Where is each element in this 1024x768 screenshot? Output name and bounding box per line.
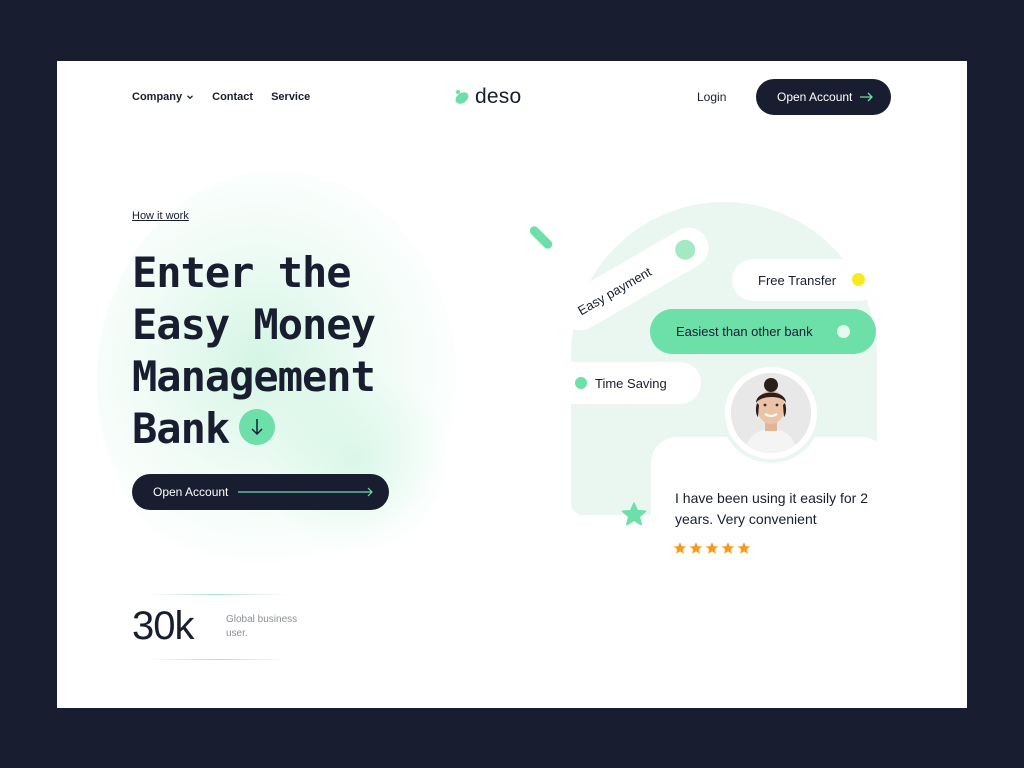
open-account-label: Open Account [777, 90, 853, 104]
open-account-button[interactable]: Open Account [756, 79, 891, 115]
feature-pill-free-transfer: Free Transfer [732, 259, 880, 301]
nav-service[interactable]: Service [271, 91, 310, 103]
long-arrow-right-icon [238, 487, 374, 497]
feature-label: Time Saving [595, 375, 667, 391]
star-icon [689, 542, 703, 554]
headline-line: Easy Money [132, 300, 376, 349]
dot-icon [852, 273, 865, 286]
feature-pill-easiest: Easiest than other bank [650, 309, 876, 354]
stat-description: Global business user. [226, 614, 298, 639]
dot-icon [671, 236, 699, 264]
stat-value: 30k [132, 604, 194, 648]
headline-line: Bank [132, 404, 230, 453]
headline-line: Management [132, 352, 376, 401]
testimonial-card [651, 437, 887, 627]
feature-label: Easiest than other bank [676, 324, 813, 339]
how-it-works-link[interactable]: How it work [132, 210, 189, 222]
star-icon [721, 542, 735, 554]
arrow-right-icon [860, 92, 874, 102]
testimonial-quote: I have been using it easily for 2 years.… [675, 490, 869, 527]
person-icon [731, 373, 811, 453]
star-icon [737, 542, 751, 554]
scroll-down-button[interactable] [239, 408, 276, 445]
feature-pill-time-saving: Time Saving [571, 362, 701, 404]
headline-line-last: Bank [132, 403, 375, 455]
main-nav: Company Contact Service [132, 91, 310, 103]
landing-page: Company Contact Service deso Login Open … [57, 61, 967, 708]
headline-line: Enter the [132, 248, 352, 297]
logo[interactable]: deso [454, 85, 521, 109]
rating-stars [673, 541, 751, 555]
arrow-down-icon [251, 418, 263, 435]
star-icon [673, 542, 687, 554]
divider [147, 594, 287, 595]
feature-label: Free Transfer [758, 272, 837, 288]
nav-company[interactable]: Company [132, 91, 194, 103]
hero-open-account-button[interactable]: Open Account [132, 474, 389, 510]
avatar-photo [731, 373, 811, 453]
decorative-star-icon [621, 502, 647, 526]
decorative-pill [527, 224, 555, 251]
nav-company-label: Company [132, 91, 183, 103]
logo-mark-icon [455, 90, 469, 104]
divider [147, 659, 287, 660]
avatar [725, 367, 817, 459]
logo-text: deso [475, 85, 522, 108]
chevron-down-icon [187, 95, 194, 100]
hero-headline: Enter the Easy Money Management Bank [132, 247, 376, 455]
login-link[interactable]: Login [697, 90, 726, 104]
dot-icon [575, 377, 587, 389]
dot-icon [837, 325, 850, 338]
hero-open-account-label: Open Account [153, 485, 229, 499]
nav-contact[interactable]: Contact [212, 91, 253, 103]
star-icon [705, 542, 719, 554]
